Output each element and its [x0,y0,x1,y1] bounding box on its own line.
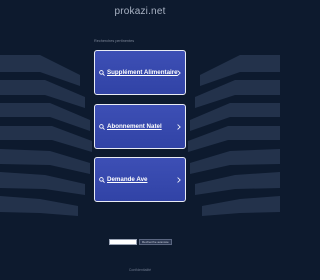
domain-title: prokazi.net [114,6,166,17]
privacy-link[interactable]: Confidentialité [0,268,280,272]
search-bar: Recherche avancée [109,239,172,245]
search-icon [99,123,105,130]
result-label: Abonnement Natel [107,123,162,130]
search-input[interactable] [109,239,137,245]
result-link-demande[interactable]: Demande Ave [94,157,186,202]
chevron-right-icon [177,176,181,183]
search-icon [99,69,105,76]
related-searches-label: Recherches pertinentes [94,39,135,43]
result-link-abonnement[interactable]: Abonnement Natel [94,104,186,149]
search-icon [99,176,105,183]
page: prokazi.net Recherches pertinentes Suppl… [0,0,280,280]
result-link-supplement[interactable]: Supplément Alimentaire [94,50,186,95]
chevron-right-icon [177,69,181,76]
search-button[interactable]: Recherche avancée [139,239,172,245]
chevron-right-icon [177,123,181,130]
result-label: Demande Ave [107,176,148,183]
result-label: Supplément Alimentaire [107,69,178,76]
